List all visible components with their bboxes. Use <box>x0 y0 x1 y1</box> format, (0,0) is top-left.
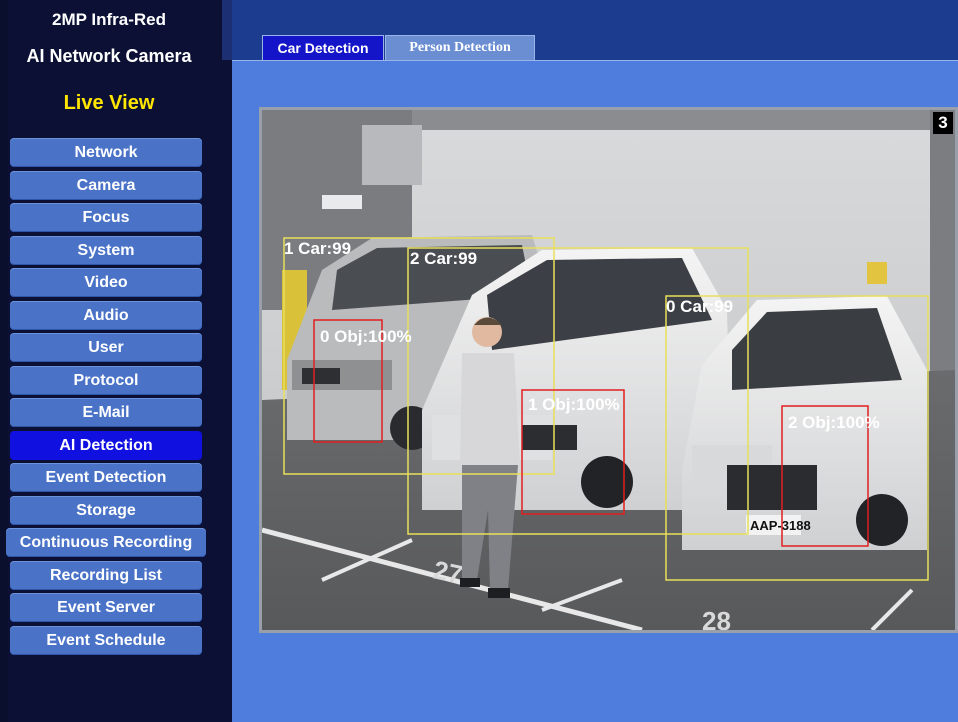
main-panel: Car Detection Person Detection 27 28 AAP… <box>222 0 958 722</box>
channel-indicator: 3 <box>933 112 953 134</box>
ceiling-light <box>322 195 362 209</box>
menu-item-user[interactable]: User <box>10 333 202 362</box>
menu-item-event-schedule[interactable]: Event Schedule <box>10 625 202 655</box>
pillar <box>362 125 422 185</box>
menu-item-recording-list[interactable]: Recording List <box>10 560 202 590</box>
detection-label: 0 Car:99 <box>666 297 733 316</box>
live-video-view[interactable]: 27 28 AAP-3188 1 Car:99 2 Car:99 0 Car:9… <box>259 107 958 633</box>
detection-label: 1 Obj:100% <box>528 395 620 414</box>
detection-label: 0 Obj:100% <box>320 327 412 346</box>
brand-title-line1: 2MP Infra-Red <box>52 10 166 29</box>
menu-item-email[interactable]: E-Mail <box>10 398 202 427</box>
menu-item-network[interactable]: Network <box>10 138 202 167</box>
menu-item-system[interactable]: System <box>10 235 202 265</box>
content-area: 27 28 AAP-3188 1 Car:99 2 Car:99 0 Car:9… <box>232 60 958 722</box>
tab-person-detection[interactable]: Person Detection <box>385 35 535 60</box>
menu-item-protocol[interactable]: Protocol <box>10 365 202 395</box>
detection-label: 2 Obj:100% <box>788 413 880 432</box>
menu-item-storage[interactable]: Storage <box>10 495 202 525</box>
menu-item-continuous-recording[interactable]: Continuous Recording <box>6 528 206 557</box>
live-view-link[interactable]: Live View <box>0 92 218 115</box>
menu-item-ai-detection[interactable]: AI Detection <box>10 430 202 460</box>
detection-label: 1 Car:99 <box>284 239 351 258</box>
menu-item-camera[interactable]: Camera <box>10 170 202 200</box>
menu-item-focus[interactable]: Focus <box>10 203 202 232</box>
menu-item-event-detection[interactable]: Event Detection <box>10 463 202 492</box>
tab-car-detection[interactable]: Car Detection <box>262 35 384 60</box>
sidebar: 2MP Infra-Red AI Network Camera Live Vie… <box>0 0 222 722</box>
brand-title-line2: AI Network Camera <box>26 46 192 66</box>
camera-scene: 27 28 AAP-3188 1 Car:99 2 Car:99 0 Car:9… <box>262 110 955 630</box>
sidebar-menu: Network Camera Focus System Video Audio … <box>6 138 206 658</box>
detection-label: 2 Car:99 <box>410 249 477 268</box>
floor-number: 28 <box>702 606 731 630</box>
menu-item-event-server[interactable]: Event Server <box>10 593 202 622</box>
menu-item-video[interactable]: Video <box>10 268 202 297</box>
tab-bar: Car Detection Person Detection <box>222 0 958 60</box>
license-plate: AAP-3188 <box>750 518 811 533</box>
menu-item-audio[interactable]: Audio <box>10 300 202 330</box>
wall-sign <box>867 262 887 284</box>
